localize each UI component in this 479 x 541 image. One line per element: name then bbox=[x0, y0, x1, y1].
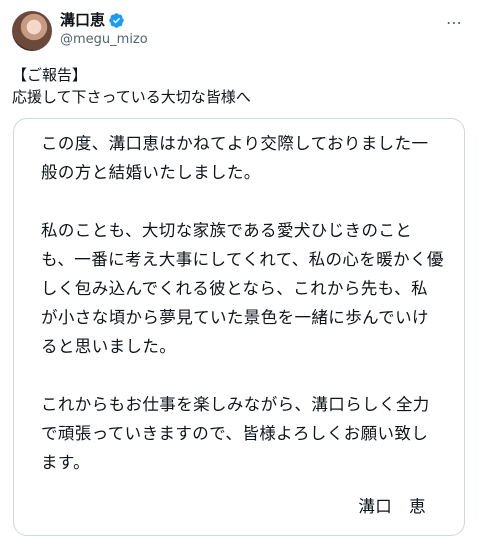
tweet-text: 【ご報告】 応援して下さっている大切な皆様へ bbox=[12, 64, 251, 108]
letter-paragraph-3: これからもお仕事を楽しみながら、溝口らしく全力で頑張っていきますので、皆様よろし… bbox=[41, 395, 430, 472]
verified-badge-icon bbox=[108, 12, 125, 29]
letter-paragraph-1: この度、溝口恵はかねてより交際しておりました一般の方と結婚いたしました。 bbox=[41, 134, 429, 182]
avatar[interactable] bbox=[12, 11, 52, 51]
tweet-text-line-1: 【ご報告】 bbox=[12, 66, 88, 84]
attached-image[interactable]: この度、溝口恵はかねてより交際しておりました一般の方と結婚いたしました。 私のこ… bbox=[13, 118, 465, 536]
display-name[interactable]: 溝口恵 bbox=[60, 10, 105, 30]
more-options-icon[interactable]: ⋯ bbox=[446, 13, 463, 32]
letter-body: この度、溝口恵はかねてより交際しておりました一般の方と結婚いたしました。 私のこ… bbox=[41, 129, 444, 477]
tweet-text-line-2: 応援して下さっている大切な皆様へ bbox=[12, 88, 251, 106]
user-name[interactable]: 溝口恵 bbox=[60, 10, 125, 30]
letter-signature: 溝口 恵 bbox=[358, 497, 426, 516]
letter-paragraph-2: 私のことも、大切な家族である愛犬ひじきのことも、一番に考え大事にしてくれて、私の… bbox=[41, 221, 444, 356]
user-handle[interactable]: @megu_mizo bbox=[60, 31, 148, 49]
